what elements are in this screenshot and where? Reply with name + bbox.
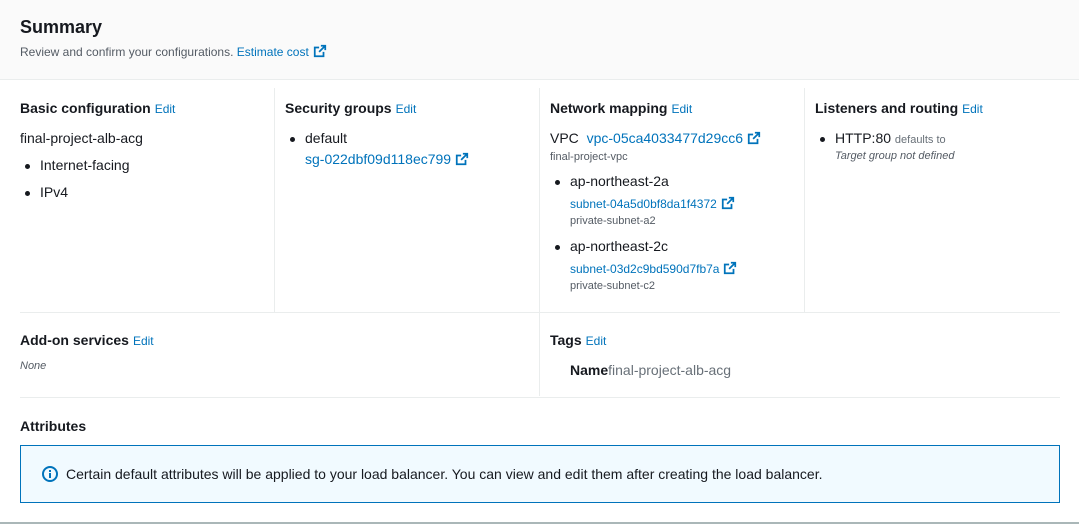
availability-zone-a: ap-northeast-2a xyxy=(555,173,669,189)
basic-configuration-heading: Basic configuration Edit xyxy=(20,100,175,116)
tags-edit-link[interactable]: Edit xyxy=(586,334,607,348)
target-group-status: Target group not defined xyxy=(835,150,955,162)
network-mapping-edit-link[interactable]: Edit xyxy=(671,102,692,116)
subnet-a-id: subnet-04a5d0bf8da1f4372 xyxy=(570,197,717,211)
vpc-row: VPC vpc-05ca4033477d29cc6 xyxy=(550,130,761,146)
network-mapping-title: Network mapping xyxy=(550,100,668,116)
subnet-c-name: private-subnet-c2 xyxy=(570,280,655,292)
network-mapping-heading: Network mapping Edit xyxy=(550,100,692,116)
ip-type-item: IPv4 xyxy=(24,184,69,200)
attributes-info-alert: Certain default attributes will be appli… xyxy=(20,445,1060,503)
tag-key: Name xyxy=(570,362,609,378)
tag-row: Namefinal-project-alb-acg xyxy=(570,362,731,378)
column-divider xyxy=(539,88,540,396)
security-group-id: sg-022dbf09d118ec799 xyxy=(305,151,452,167)
security-group-name: default xyxy=(289,130,348,146)
basic-configuration-title: Basic configuration xyxy=(20,100,151,116)
summary-description: Review and confirm your configurations. … xyxy=(20,44,327,59)
row-divider xyxy=(20,397,1060,398)
external-link-icon xyxy=(723,261,737,275)
summary-header: Summary Review and confirm your configur… xyxy=(0,0,1079,80)
info-icon xyxy=(42,466,58,482)
page-title: Summary xyxy=(20,17,103,37)
load-balancer-name: final-project-alb-acg xyxy=(20,130,143,146)
security-group-link[interactable]: sg-022dbf09d118ec799 xyxy=(305,151,469,167)
scheme-item: Internet-facing xyxy=(25,157,130,173)
attributes-heading: Attributes xyxy=(20,418,87,434)
tags-title: Tags xyxy=(550,332,582,348)
security-groups-edit-link[interactable]: Edit xyxy=(396,102,417,116)
external-link-icon xyxy=(313,44,327,58)
description-text: Review and confirm your configurations. xyxy=(20,45,234,59)
subnet-c-id: subnet-03d2c9bd590d7fb7a xyxy=(570,262,720,276)
estimate-cost-label: Estimate cost xyxy=(236,45,309,59)
listener-item: HTTP:80 defaults to xyxy=(820,130,946,146)
basic-configuration-edit-link[interactable]: Edit xyxy=(155,102,176,116)
external-link-icon xyxy=(455,152,469,166)
listeners-routing-title: Listeners and routing xyxy=(815,100,959,116)
availability-zone-c: ap-northeast-2c xyxy=(554,238,669,254)
security-groups-title: Security groups xyxy=(285,100,392,116)
column-divider xyxy=(804,88,805,312)
tag-value: final-project-alb-acg xyxy=(608,362,732,378)
external-link-icon xyxy=(747,131,761,145)
defaults-to-text: defaults to xyxy=(894,134,946,146)
listeners-routing-heading: Listeners and routing Edit xyxy=(815,100,983,116)
addon-services-heading: Add-on services Edit xyxy=(20,332,154,348)
subnet-a-name: private-subnet-a2 xyxy=(570,215,656,227)
external-link-icon xyxy=(721,196,735,210)
addon-services-title: Add-on services xyxy=(20,332,129,348)
attributes-info-text: Certain default attributes will be appli… xyxy=(66,466,823,482)
addon-services-edit-link[interactable]: Edit xyxy=(133,334,154,348)
estimate-cost-link[interactable]: Estimate cost xyxy=(236,44,327,59)
listeners-routing-edit-link[interactable]: Edit xyxy=(962,102,983,116)
security-groups-heading: Security groups Edit xyxy=(285,100,416,116)
column-divider xyxy=(274,88,275,312)
subnet-a-link[interactable]: subnet-04a5d0bf8da1f4372 xyxy=(570,196,735,211)
row-divider xyxy=(20,312,1060,313)
listener-protocol-port: HTTP:80 xyxy=(835,130,892,146)
vpc-id-link[interactable]: vpc-05ca4033477d29cc6 xyxy=(587,130,743,146)
tags-heading: Tags Edit xyxy=(550,332,606,348)
vpc-label: VPC xyxy=(550,130,579,146)
vpc-name: final-project-vpc xyxy=(550,151,628,163)
addon-services-value: None xyxy=(20,360,47,372)
subnet-c-link[interactable]: subnet-03d2c9bd590d7fb7a xyxy=(570,261,737,276)
